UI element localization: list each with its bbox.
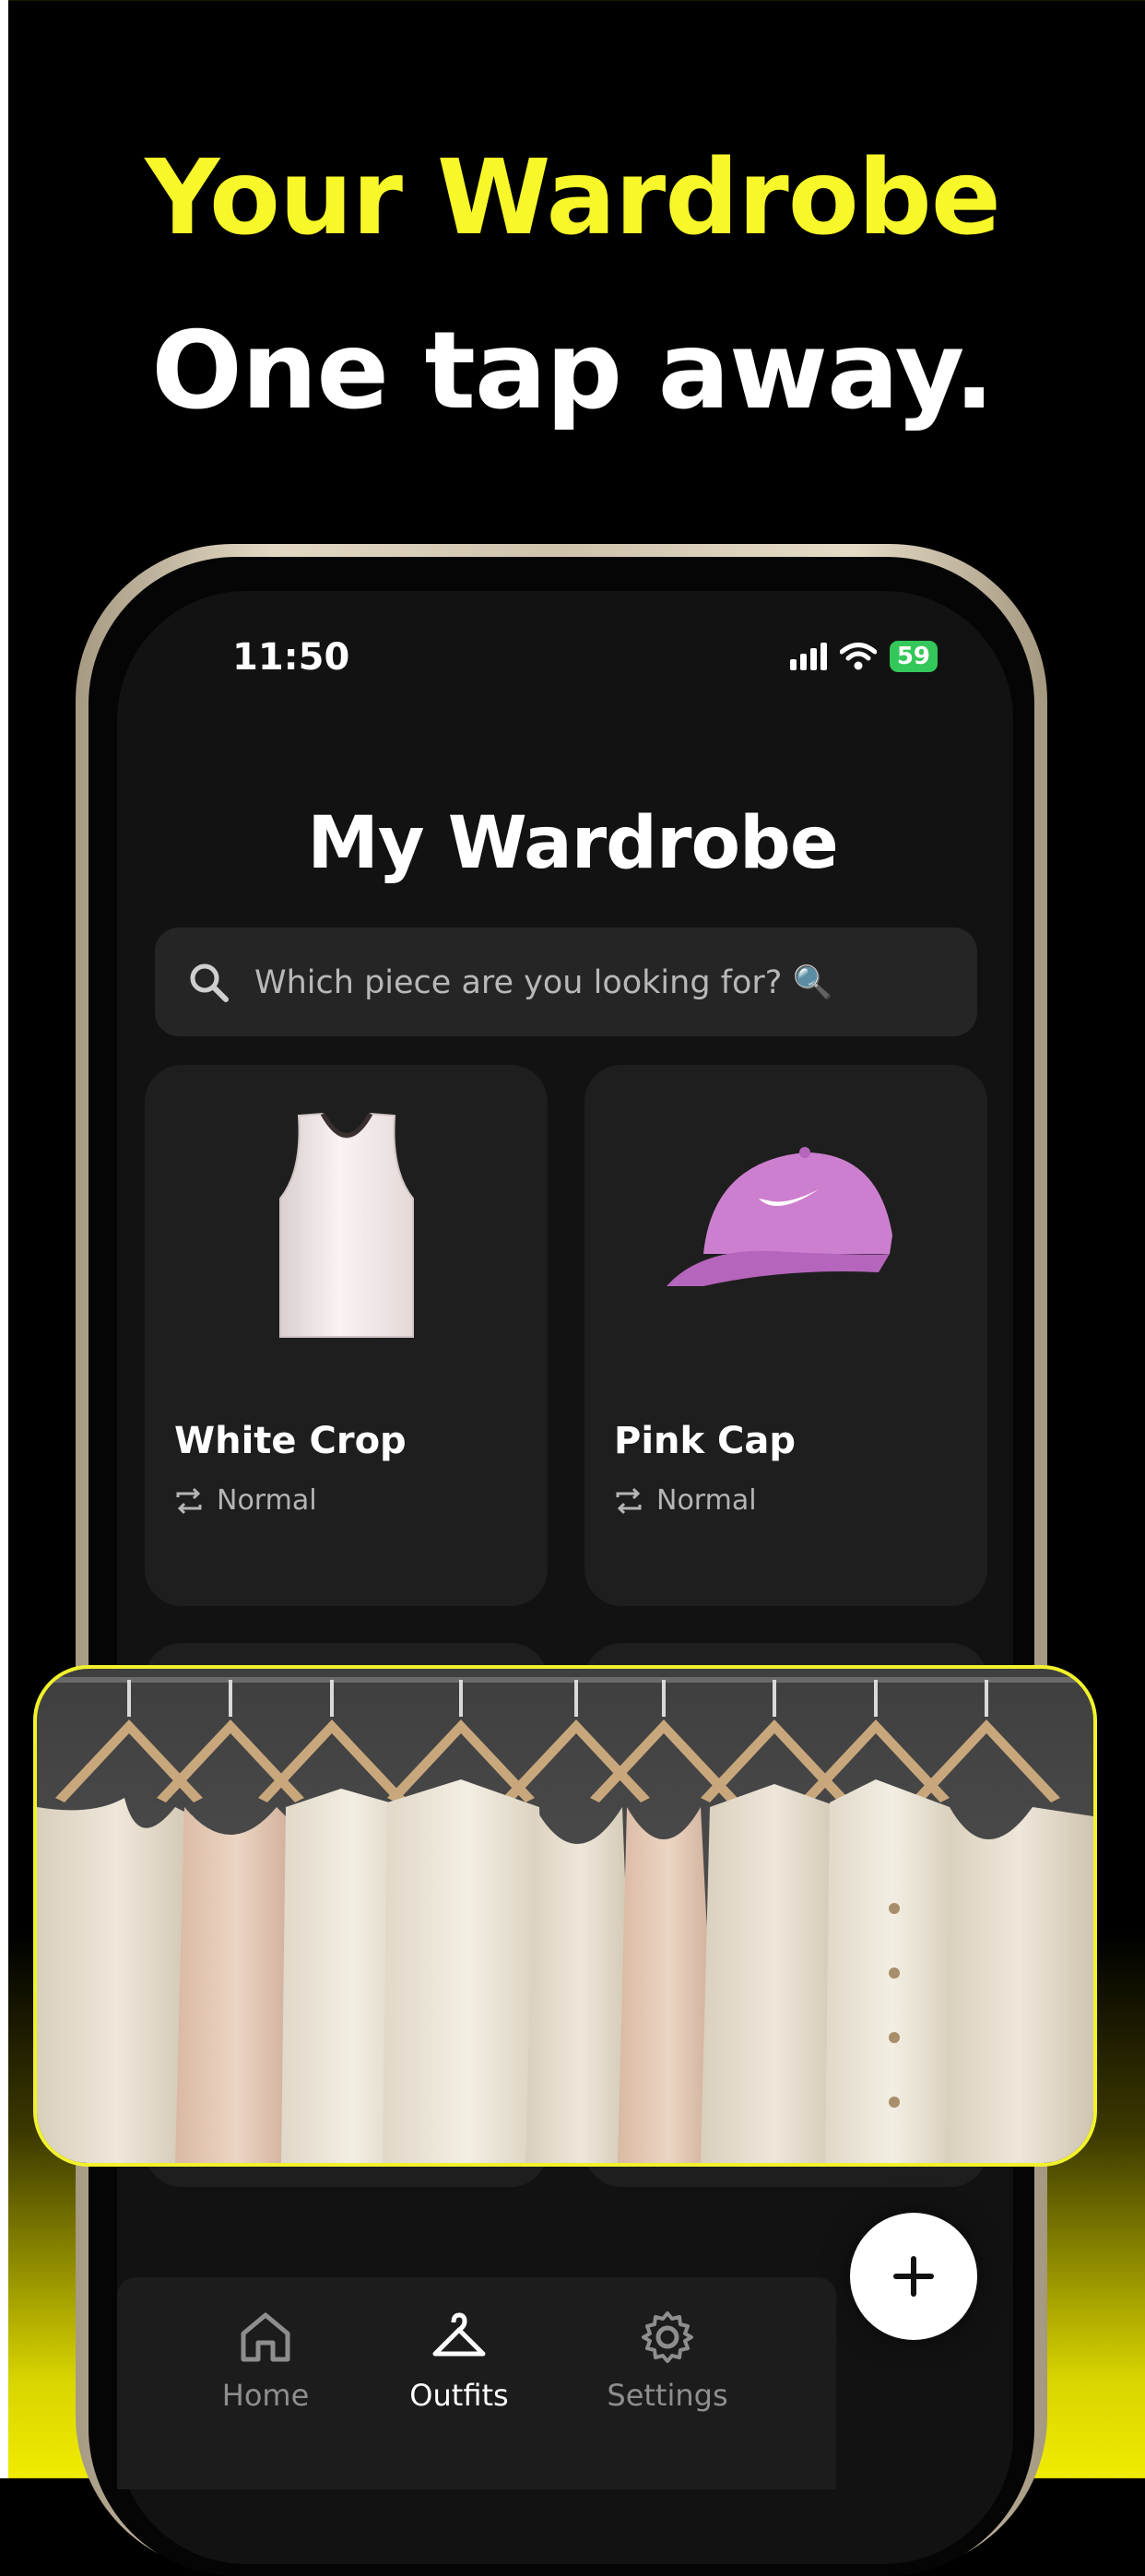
tab-home[interactable]: Home bbox=[164, 2310, 367, 2413]
repeat-icon bbox=[176, 1487, 202, 1514]
wardrobe-item-card[interactable]: White Crop Normal bbox=[145, 1065, 548, 1606]
tank-top-image bbox=[145, 1065, 548, 1388]
status-icons: 59 bbox=[789, 641, 938, 672]
headline-line-2: One tap away. bbox=[151, 309, 995, 433]
hanger-icon bbox=[432, 2312, 486, 2357]
gear-icon bbox=[642, 2311, 693, 2363]
tab-outfits-label: Outfits bbox=[409, 2378, 509, 2413]
signal-icon bbox=[789, 643, 827, 670]
search-icon bbox=[190, 963, 229, 1002]
search-bar[interactable]: Which piece are you looking for? 🔍 bbox=[155, 928, 977, 1036]
status-time: 11:50 bbox=[232, 636, 350, 679]
battery-indicator: 59 bbox=[889, 641, 938, 672]
page-title: My Wardrobe bbox=[307, 802, 839, 885]
tab-settings-label: Settings bbox=[607, 2378, 728, 2413]
repeat-icon bbox=[616, 1487, 642, 1514]
item-name: Pink Cap bbox=[614, 1420, 797, 1462]
cap-image bbox=[584, 1065, 987, 1388]
tab-settings[interactable]: Settings bbox=[566, 2310, 769, 2413]
item-type: Normal bbox=[174, 1484, 317, 1517]
item-name: White Crop bbox=[174, 1420, 407, 1462]
add-item-button[interactable] bbox=[850, 2213, 977, 2340]
wifi-icon bbox=[839, 643, 877, 670]
headline-line-1: Your Wardrobe bbox=[145, 138, 1001, 258]
search-input[interactable]: Which piece are you looking for? 🔍 bbox=[254, 963, 832, 1001]
home-icon bbox=[241, 2312, 290, 2362]
item-type-label: Normal bbox=[656, 1484, 757, 1517]
item-type: Normal bbox=[614, 1484, 757, 1517]
tab-home-label: Home bbox=[221, 2378, 310, 2413]
plus-icon bbox=[893, 2256, 934, 2297]
wardrobe-item-card[interactable]: Pink Cap Normal bbox=[584, 1065, 987, 1606]
item-type-label: Normal bbox=[217, 1484, 317, 1517]
hanging-clothes-image bbox=[33, 1665, 1097, 2167]
tab-outfits[interactable]: Outfits bbox=[358, 2310, 561, 2413]
